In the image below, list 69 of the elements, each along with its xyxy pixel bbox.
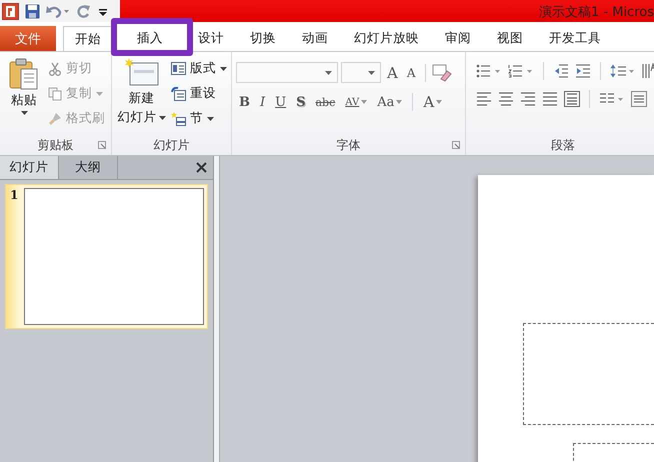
scissors-icon — [48, 62, 62, 76]
group-label: 字体 — [336, 136, 360, 154]
brush-icon — [48, 112, 62, 126]
align-text-icon[interactable] — [631, 91, 647, 107]
app-logo-icon[interactable] — [2, 2, 19, 20]
dialog-launcher-icon[interactable] — [452, 141, 460, 149]
ribbon-tab[interactable]: 开始 — [63, 26, 113, 51]
slide-thumbnail[interactable] — [24, 188, 204, 325]
group-label: 段落 — [551, 136, 575, 154]
decrease-indent-icon[interactable] — [553, 64, 569, 78]
bullets-icon[interactable] — [476, 64, 502, 78]
new-slide-icon — [124, 58, 158, 88]
align-left-icon[interactable] — [476, 92, 492, 106]
font-format-button[interactable]: I — [257, 94, 268, 110]
slide-option-button[interactable]: 重设 — [171, 83, 227, 104]
ribbon-tab[interactable]: 动画 — [291, 26, 339, 51]
caret-icon — [368, 70, 375, 74]
font-format-button[interactable]: Aa — [374, 94, 406, 110]
save-icon[interactable] — [25, 4, 40, 18]
pane-splitter[interactable] — [213, 156, 220, 462]
font-format-button[interactable]: AV — [342, 96, 370, 108]
increase-indent-icon[interactable] — [575, 64, 591, 78]
slide-thumbnail-row[interactable]: 1 — [5, 184, 208, 329]
ribbon-tab[interactable]: 开发工具 — [538, 26, 612, 51]
font-format-button[interactable]: U — [272, 94, 290, 110]
section-icon — [171, 112, 186, 126]
caret-icon — [20, 111, 28, 115]
panel-tab[interactable]: 幻灯片 — [0, 156, 59, 179]
caret-icon — [158, 116, 166, 120]
shrink-font-button[interactable]: A — [404, 66, 419, 80]
slide-option-button[interactable]: 版式 — [171, 58, 227, 79]
ribbon-tab[interactable]: 视图 — [486, 26, 534, 51]
text-direction-icon[interactable] — [642, 63, 654, 79]
copy-icon — [48, 86, 62, 100]
align-center-icon[interactable] — [498, 92, 514, 106]
clear-format-icon[interactable] — [432, 64, 452, 82]
ribbon-tab[interactable]: 插入 — [117, 26, 183, 51]
ribbon-tab[interactable]: 审阅 — [434, 26, 482, 51]
line-spacing-icon[interactable] — [610, 64, 636, 78]
file-tab[interactable]: 文件 — [0, 26, 56, 51]
distribute-icon[interactable] — [564, 91, 580, 107]
window-title: 演示文稿1 - Micros — [539, 4, 654, 21]
font-size-field[interactable] — [341, 62, 381, 83]
caret-icon — [325, 70, 332, 74]
justify-icon[interactable] — [542, 92, 558, 106]
numbering-icon[interactable] — [508, 64, 534, 78]
slide-number: 1 — [10, 188, 18, 204]
slide-option-button[interactable]: 节 — [171, 108, 227, 129]
font-format-button[interactable]: S — [293, 94, 308, 110]
reset-icon — [171, 86, 186, 100]
ribbon-tab[interactable]: 切换 — [239, 26, 287, 51]
close-icon[interactable] — [196, 162, 207, 173]
font-format-button[interactable]: B — [236, 94, 253, 110]
undo-icon[interactable] — [46, 4, 70, 18]
paste-button[interactable]: 粘贴 — [4, 56, 44, 135]
group-label: 幻灯片 — [154, 136, 190, 154]
font-format-button[interactable]: A — [420, 93, 446, 111]
ribbon-tab[interactable]: 设计 — [187, 26, 235, 51]
layout-icon — [171, 62, 186, 75]
font-name-field[interactable] — [236, 62, 338, 83]
clipboard-icon — [9, 58, 39, 90]
dialog-launcher-icon[interactable] — [98, 141, 106, 149]
group-label: 剪贴板 — [38, 136, 74, 154]
new-slide-button[interactable]: 新建 幻灯片 — [116, 56, 167, 135]
grow-font-button[interactable]: A — [384, 64, 401, 82]
ribbon-tab[interactable]: 幻灯片放映 — [343, 26, 430, 51]
redo-icon[interactable] — [76, 4, 91, 18]
align-right-icon[interactable] — [520, 92, 536, 106]
font-format-button[interactable]: abc — [312, 96, 338, 108]
